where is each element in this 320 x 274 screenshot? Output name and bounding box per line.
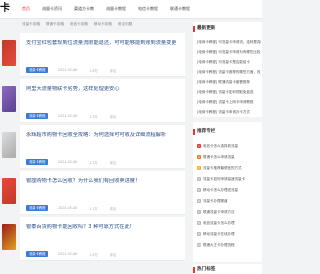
article-comments: 评论: [109, 253, 117, 257]
article-date: 2024-05-08: [58, 206, 78, 210]
rank-number: 8: [197, 221, 201, 225]
section-marker: [193, 129, 195, 135]
nav-home[interactable]: 首页: [16, 6, 36, 12]
rank-number: 6: [197, 199, 201, 203]
latest-link[interactable]: [电商卡教程] 流量卡推荐的哪些方面，效: [197, 70, 261, 75]
article-comments: 评论: [109, 115, 117, 119]
article-meta: 2024-05-08 1.6万 评论: [58, 68, 116, 73]
article-card[interactable]: 支付宝红包套现到位流量流限能退还，可可能够能到账到流量变更 流量卡教程 2024…: [20, 33, 185, 77]
article-views: 1.0万: [89, 253, 98, 257]
rank-link[interactable]: 联通卡怎么申请流量: [203, 155, 259, 160]
article-tag[interactable]: 流量卡教程: [26, 251, 49, 257]
rank-number: 4: [197, 177, 201, 181]
rank-link[interactable]: 电信流量卡怎么办理: [203, 221, 259, 226]
article-date: 2024-05-08: [58, 114, 78, 118]
article-title[interactable]: 支付宝红包套现到位流量流限能退还，可可能够能到账到流量变更: [26, 40, 182, 47]
rank-number: 3: [197, 166, 201, 170]
article-date: 2024-05-08: [58, 68, 78, 72]
latest-link[interactable]: [电商卡教程] 可流量卡申请流，连转是真的吗: [197, 40, 261, 45]
article-tag[interactable]: 流量卡教程: [26, 159, 49, 165]
article-meta: 2024-05-08 1.3万 评论: [58, 114, 116, 119]
rank-number: 7: [197, 210, 201, 214]
latest-link[interactable]: [电商卡教程] 流量卡如何领取免费选: [197, 90, 261, 95]
latest-link[interactable]: [电商卡教程] 流量卡上网卡申请教程: [197, 100, 261, 105]
rank-number: 10: [197, 243, 201, 247]
article-tag[interactable]: 流量卡教程: [26, 113, 49, 119]
article-title[interactable]: 银座购物卡怎么回收？为什么我们有回收卖进度！: [26, 178, 182, 185]
article-views: 1.3万: [89, 115, 98, 119]
latest-link[interactable]: [电商卡教程] 可流量卡申请为有哪些比较: [197, 50, 261, 55]
nav-item[interactable]: 电信卡教程: [132, 6, 164, 12]
article-tag[interactable]: 流量卡教程: [26, 205, 49, 211]
site-logo[interactable]: 卡: [0, 3, 14, 15]
article-tag[interactable]: 流量卡教程: [26, 67, 49, 73]
nav-item[interactable]: 流量卡教程: [100, 6, 132, 12]
article-card[interactable]: 阿里大流量物联卡劣势，这样处理更安心 流量卡教程 2024-05-08 1.3万…: [20, 79, 185, 123]
article-date: 2024-05-08: [58, 160, 78, 164]
latest-link[interactable]: [电商卡教程] 联通流量卡套餐推荐: [197, 80, 261, 85]
nav-item[interactable]: 流量卡资讯: [36, 6, 68, 12]
thumbnail-image[interactable]: [2, 86, 16, 112]
rank-link[interactable]: 电信卡怎么选择到流量: [203, 144, 259, 149]
article-views: 1.6万: [89, 69, 98, 73]
latest-link[interactable]: [电商卡教程] 流量卡申请办卡方式: [197, 110, 261, 115]
sidebar-latest: 最新更新 [电商卡教程] 可流量卡申请流，连转是真的吗 [电商卡教程] 可流量卡…: [193, 22, 262, 117]
article-comments: 评论: [109, 69, 117, 73]
article-views: 1.1万: [89, 207, 98, 211]
rank-number: 5: [197, 188, 201, 192]
thumbnail-image[interactable]: [2, 132, 16, 158]
article-title[interactable]: 银泰百货购物卡能回收吗？3 种可靠方式在此！: [26, 224, 182, 231]
article-card[interactable]: 永辉超市购物卡回收全攻略：为何选择可可收及详细流程解析 流量卡教程 2024-0…: [20, 125, 185, 169]
sidebar-hot-tags: 热门标签: [193, 264, 262, 274]
thumbnail-image[interactable]: [2, 224, 16, 250]
article-title[interactable]: 永辉超市购物卡回收全攻略：为何选择可可收及详细流程解析: [26, 132, 182, 139]
sidebar-ranking: 推荐专栏 1 电信卡怎么选择到流量 2 联通卡怎么申请流量 3 流量卡推荐最便宜…: [193, 122, 262, 262]
main-nav: 首页 流量卡资讯 渠道方卡教 流量卡教程 电信卡教程 联通卡教程: [16, 6, 196, 12]
section-title: 最新更新: [197, 26, 216, 31]
rank-link[interactable]: 联通大王卡办理流程: [203, 243, 259, 248]
category-link[interactable]: 电信卡攻略: [70, 22, 88, 27]
rank-link[interactable]: 流量卡办理渠道: [203, 199, 259, 204]
rank-number: 9: [197, 232, 201, 236]
category-link[interactable]: 常见问题: [118, 22, 132, 27]
article-date: 2024-05-08: [58, 252, 78, 256]
article-title[interactable]: 阿里大流量物联卡劣势，这样处理更安心: [26, 86, 182, 93]
rank-link[interactable]: 流量卡如何申请高速流量卡: [203, 177, 259, 182]
latest-link[interactable]: [电商卡教程] 可流量卡是否能给卡: [197, 60, 261, 65]
article-meta: 2024-05-08 1.2万 评论: [58, 160, 116, 165]
nav-item[interactable]: 联通卡教程: [164, 6, 196, 12]
category-link[interactable]: 联通卡攻略: [46, 22, 64, 27]
section-title: 热门标签: [197, 267, 216, 272]
article-views: 1.2万: [89, 161, 98, 165]
article-card[interactable]: 银泰百货购物卡能回收吗？3 种可靠方式在此！ 流量卡教程 2024-05-08 …: [20, 217, 185, 261]
article-meta: 2024-05-08 1.1万 评论: [58, 206, 116, 211]
article-comments: 评论: [109, 161, 117, 165]
rank-link[interactable]: 联通流量卡申请方法: [203, 210, 259, 215]
nav-item[interactable]: 渠道方卡教: [68, 6, 100, 12]
section-marker: [193, 26, 195, 32]
section-title: 推荐专栏: [197, 129, 216, 134]
thumbnail-image[interactable]: [2, 178, 16, 204]
rank-link[interactable]: 流量卡推荐最便宜的方式: [203, 166, 259, 171]
rank-number: 2: [197, 155, 201, 159]
category-link[interactable]: 流量卡攻略: [22, 22, 40, 27]
section-marker: [193, 267, 195, 273]
article-comments: 评论: [109, 207, 117, 211]
rank-number: 1: [197, 144, 201, 148]
category-links: 流量卡攻略 联通卡攻略 电信卡攻略 移动卡攻略 常见问题: [22, 22, 132, 27]
thumbnail-image[interactable]: [2, 40, 16, 66]
article-meta: 2024-05-08 1.0万 评论: [58, 252, 116, 257]
rank-link[interactable]: 移动卡怎么办理送流量: [203, 188, 259, 193]
category-link[interactable]: 移动卡攻略: [94, 22, 112, 27]
top-bar: 卡 首页 流量卡资讯 渠道方卡教 流量卡教程 电信卡教程 联通卡教程: [0, 0, 262, 19]
rank-link[interactable]: 移动流量卡在线办理: [203, 232, 259, 237]
article-card[interactable]: 银座购物卡怎么回收？为什么我们有回收卖进度！ 流量卡教程 2024-05-08 …: [20, 171, 185, 215]
